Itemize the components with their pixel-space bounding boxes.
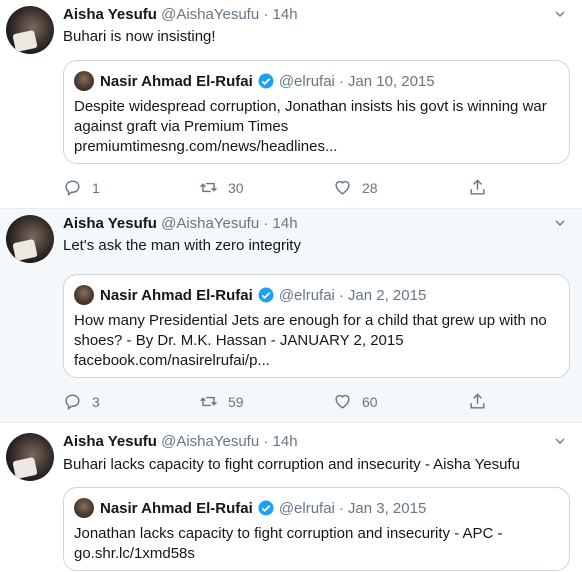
author-name[interactable]: Aisha Yesufu [63,6,157,23]
author-handle[interactable]: @AishaYesufu [161,215,259,232]
quote-author-name: Nasir Ahmad El-Rufai [100,72,253,90]
quote-date: Jan 3, 2015 [347,499,427,517]
tweet-actions: 3 59 60 [63,392,503,414]
quote-avatar [74,498,94,518]
verified-badge-icon [258,500,274,516]
like-count: 60 [362,393,378,410]
quote-line: Despite widespread corruption, Jonathan … [74,98,547,115]
reply-icon [65,180,80,197]
quote-line: facebook.com/nasirelrufai/p... [74,352,270,369]
tweet-text: Buhari lacks capacity to fight corruptio… [63,456,520,473]
quote-text: Jonathan lacks capacity to fight corrupt… [74,524,564,564]
share-icon [470,393,485,409]
reply-count: 1 [92,179,100,196]
share-icon [470,179,485,195]
quote-author-handle: @elrufai [278,286,335,304]
chevron-down-icon[interactable] [552,433,568,449]
chevron-down-icon[interactable] [552,6,568,22]
tweet[interactable]: Aisha Yesufu @AishaYesufu · 14h Buhari i… [0,0,582,209]
quote-header: Nasir Ahmad El-Rufai @elrufai · Jan 3, 2… [74,498,426,518]
retweet-count: 59 [228,393,244,410]
author-name[interactable]: Aisha Yesufu [63,433,157,450]
quoted-tweet[interactable]: Nasir Ahmad El-Rufai @elrufai · Jan 3, 2… [63,487,570,571]
separator-dot: · [263,215,269,232]
heart-icon [335,394,350,409]
quote-line: shoes? - By Dr. M.K. Hassan - JANUARY 2,… [74,332,404,349]
quote-header: Nasir Ahmad El-Rufai @elrufai · Jan 2, 2… [74,285,426,305]
tweet-header: Aisha Yesufu @AishaYesufu · 14h [63,6,298,23]
separator-dot: · [338,286,344,304]
tweet-header: Aisha Yesufu @AishaYesufu · 14h [63,433,298,450]
reply-button[interactable]: 1 [63,178,100,197]
quote-line: go.shr.lc/1xmd58s [74,545,195,562]
quote-author-name: Nasir Ahmad El-Rufai [100,286,253,304]
tweet[interactable]: Aisha Yesufu @AishaYesufu · 14h Let's as… [0,209,582,423]
separator-dot: · [263,433,269,450]
retweet-button[interactable]: 30 [199,178,244,197]
quote-date: Jan 2, 2015 [347,286,427,304]
retweet-button[interactable]: 59 [199,392,244,411]
quote-author-handle: @elrufai [278,72,335,90]
quote-avatar [74,285,94,305]
quote-line: Jonathan lacks capacity to fight corrupt… [74,525,503,542]
tweet-text: Let's ask the man with zero integrity [63,237,301,254]
quote-author-name: Nasir Ahmad El-Rufai [100,499,253,517]
verified-badge-icon [258,73,274,89]
tweet-text: Buhari is now insisting! [63,28,216,45]
retweet-icon [200,182,217,193]
share-button[interactable] [468,178,497,197]
author-handle[interactable]: @AishaYesufu [161,6,259,23]
quote-line: against graft via Premium Times [74,118,289,135]
retweet-icon [200,396,217,407]
tweet-time[interactable]: 14h [273,6,298,23]
tweet-actions: 1 30 28 [63,178,503,200]
quote-text: How many Presidential Jets are enough fo… [74,311,564,371]
separator-dot: · [263,6,269,23]
share-button[interactable] [468,392,497,411]
quoted-tweet[interactable]: Nasir Ahmad El-Rufai @elrufai · Jan 10, … [63,60,570,164]
avatar[interactable] [6,215,54,263]
quote-header: Nasir Ahmad El-Rufai @elrufai · Jan 10, … [74,71,435,91]
heart-icon [335,180,350,195]
quote-text: Despite widespread corruption, Jonathan … [74,97,564,157]
quote-avatar [74,71,94,91]
author-handle[interactable]: @AishaYesufu [161,433,259,450]
tweet[interactable]: Aisha Yesufu @AishaYesufu · 14h Buhari l… [0,423,582,572]
chevron-down-icon[interactable] [552,215,568,231]
quote-line: premiumtimesng.com/news/headlines... [74,138,338,155]
separator-dot: · [338,72,344,90]
author-name[interactable]: Aisha Yesufu [63,215,157,232]
retweet-count: 30 [228,179,244,196]
quote-line: How many Presidential Jets are enough fo… [74,312,547,329]
avatar[interactable] [6,433,54,481]
verified-badge-icon [258,287,274,303]
reply-button[interactable]: 3 [63,392,100,411]
separator-dot: · [338,499,344,517]
reply-icon [65,394,80,411]
tweet-header: Aisha Yesufu @AishaYesufu · 14h [63,215,298,232]
like-button[interactable]: 60 [333,392,378,411]
like-button[interactable]: 28 [333,178,378,197]
quote-author-handle: @elrufai [278,499,335,517]
avatar[interactable] [6,6,54,54]
reply-count: 3 [92,393,100,410]
tweet-time[interactable]: 14h [273,433,298,450]
tweet-time[interactable]: 14h [273,215,298,232]
quoted-tweet[interactable]: Nasir Ahmad El-Rufai @elrufai · Jan 2, 2… [63,274,570,378]
quote-date: Jan 10, 2015 [347,72,435,90]
like-count: 28 [362,179,378,196]
